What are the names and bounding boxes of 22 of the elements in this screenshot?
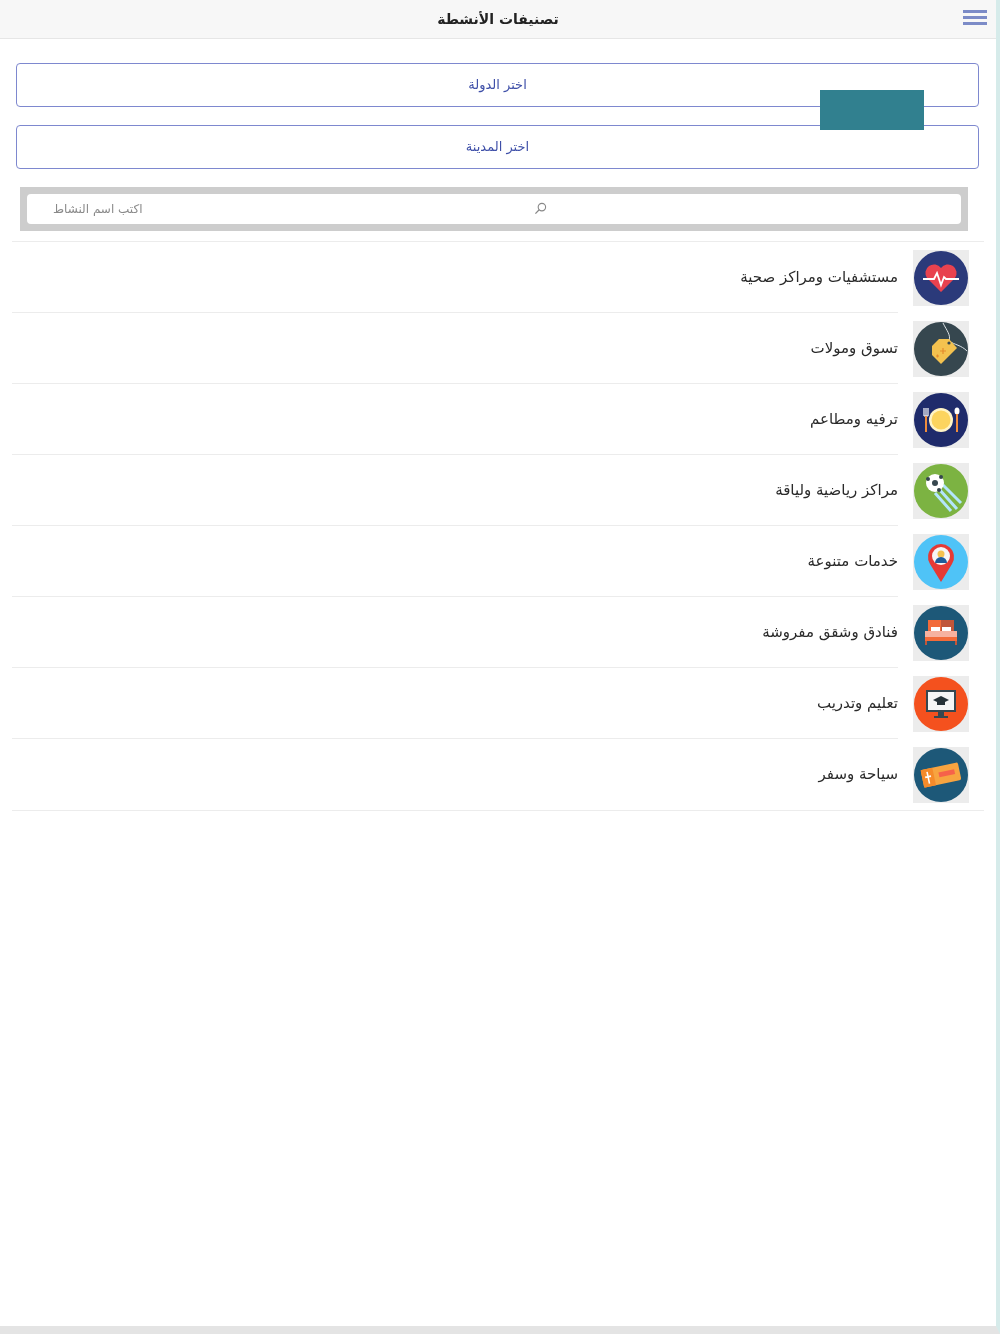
search-field[interactable]: اكتب اسم النشاط xyxy=(27,194,961,224)
search-icon xyxy=(534,202,547,215)
bed-icon xyxy=(913,604,969,661)
category-item[interactable]: تسوق ومولات xyxy=(12,313,984,384)
category-item[interactable]: مستشفيات ومراكز صحية xyxy=(12,242,984,313)
tag-icon xyxy=(913,320,969,377)
ball-icon xyxy=(913,462,969,519)
map-pin-icon xyxy=(913,533,969,590)
ticket-icon xyxy=(913,746,969,803)
page-title: تصنيفات الأنشطة xyxy=(437,9,559,29)
category-item[interactable]: فنادق وشقق مفروشة xyxy=(12,597,984,668)
category-item[interactable]: خدمات متنوعة xyxy=(12,526,984,597)
plate-icon xyxy=(913,391,969,448)
monitor-icon xyxy=(913,675,969,732)
dropdown-button[interactable]: اختر الدولة xyxy=(16,63,979,107)
category-item[interactable]: مراكز رياضية ولياقة xyxy=(12,455,984,526)
category-item[interactable]: سياحة وسفر xyxy=(12,739,984,810)
category-item[interactable]: ترفيه ومطاعم xyxy=(12,384,984,455)
menu-icon[interactable] xyxy=(963,10,987,25)
category-item[interactable]: تعليم وتدريب xyxy=(12,668,984,739)
heart-icon xyxy=(913,249,969,306)
dropdown-button[interactable]: اختر المدينة xyxy=(16,125,979,169)
